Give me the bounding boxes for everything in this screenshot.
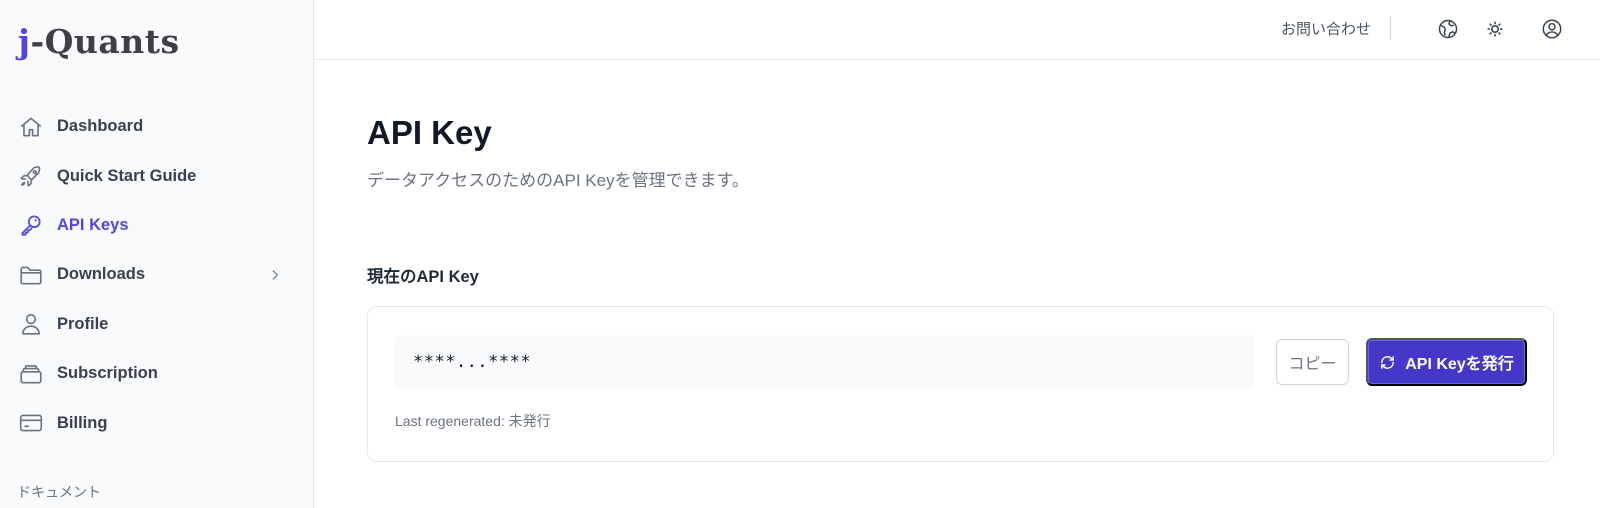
sidebar-item-profile[interactable]: Profile bbox=[0, 300, 314, 349]
credit-card-icon bbox=[18, 410, 44, 436]
home-icon bbox=[18, 114, 44, 140]
header-divider bbox=[1390, 16, 1391, 40]
logo-text: -Quants bbox=[30, 22, 180, 61]
refresh-icon bbox=[1381, 355, 1395, 369]
last-regenerated-text: Last regenerated: 未発行 bbox=[395, 413, 551, 429]
sidebar-item-downloads[interactable]: Downloads bbox=[0, 250, 314, 299]
page-title: API Key bbox=[367, 114, 492, 151]
sidebar-item-label: Billing bbox=[57, 413, 108, 432]
copy-button[interactable]: コピー bbox=[1276, 339, 1349, 385]
sidebar-item-label: Subscription bbox=[57, 364, 158, 383]
user-icon bbox=[18, 311, 44, 337]
user-circle-icon[interactable] bbox=[1539, 16, 1565, 42]
app-root: j -Quants Dashboard Quick Start Guide API… bbox=[0, 0, 1600, 508]
sidebar-item-label: Dashboard bbox=[57, 117, 144, 136]
sidebar-item-label: Downloads bbox=[57, 265, 146, 284]
section-title-current-key: 現在のAPI Key bbox=[367, 268, 479, 286]
page-subtitle: データアクセスのためのAPI Keyを管理できます。 bbox=[367, 171, 749, 190]
top-header: お問い合わせ bbox=[315, 0, 1600, 60]
chevron-right-icon[interactable] bbox=[268, 268, 282, 282]
logo[interactable]: j -Quants bbox=[18, 22, 180, 61]
sidebar-item-dashboard[interactable]: Dashboard bbox=[0, 102, 314, 151]
globe-icon[interactable] bbox=[1435, 16, 1461, 42]
stack-icon bbox=[18, 361, 44, 387]
sidebar-item-quick-start[interactable]: Quick Start Guide bbox=[0, 151, 314, 200]
sidebar-section-documents: ドキュメント bbox=[17, 484, 101, 500]
sidebar-item-label: Profile bbox=[57, 314, 109, 333]
key-icon bbox=[18, 212, 44, 238]
api-key-card: ****...**** コピー API Keyを発行 Last regenera… bbox=[367, 306, 1554, 462]
rocket-icon bbox=[18, 163, 44, 189]
sidebar-nav: Dashboard Quick Start Guide API Keys Dow… bbox=[0, 102, 314, 448]
sidebar-item-label: Quick Start Guide bbox=[57, 166, 197, 185]
folder-icon bbox=[18, 262, 44, 288]
sidebar-item-subscription[interactable]: Subscription bbox=[0, 349, 314, 398]
sidebar: j -Quants Dashboard Quick Start Guide API… bbox=[0, 0, 314, 508]
issue-button-label: API Keyを発行 bbox=[1405, 356, 1514, 373]
sun-icon[interactable] bbox=[1482, 16, 1508, 42]
logo-j: j bbox=[18, 22, 31, 61]
sidebar-item-api-keys[interactable]: API Keys bbox=[0, 201, 314, 250]
contact-link[interactable]: お問い合わせ bbox=[1281, 18, 1371, 39]
sidebar-item-label: API Keys bbox=[57, 215, 129, 234]
sidebar-item-billing[interactable]: Billing bbox=[0, 398, 314, 447]
api-key-field[interactable]: ****...**** bbox=[395, 335, 1255, 389]
issue-api-key-button[interactable]: API Keyを発行 bbox=[1366, 338, 1527, 386]
